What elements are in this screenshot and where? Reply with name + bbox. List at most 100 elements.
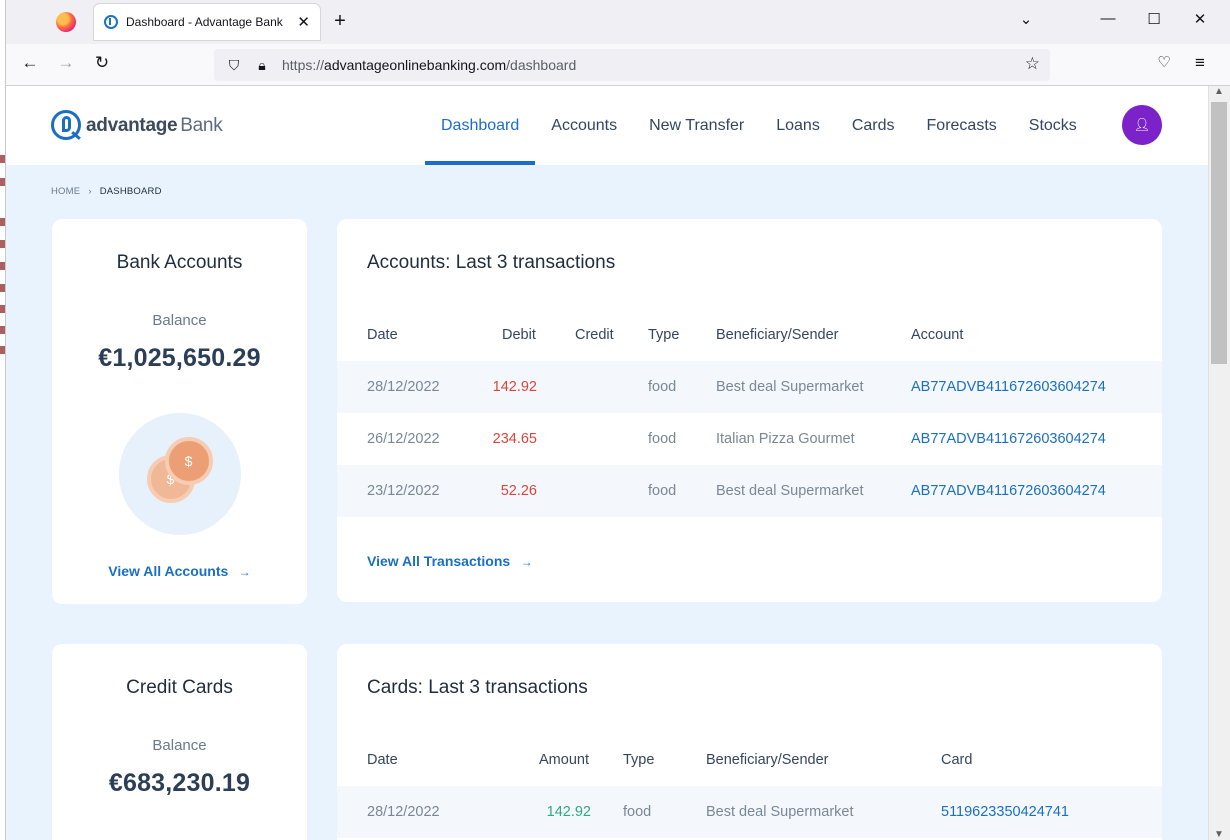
breadcrumb-chevron-icon: › <box>88 186 92 197</box>
tx-type: food <box>648 483 677 499</box>
scroll-up-arrow-icon[interactable]: ▲ <box>1209 86 1229 97</box>
table-header-row: Date Debit Credit Type Beneficiary/Sende… <box>337 309 1162 361</box>
firefox-icon[interactable] <box>56 12 76 32</box>
col-date-header[interactable]: Date <box>367 327 398 343</box>
new-tab-button[interactable]: + <box>328 10 352 33</box>
cards-transactions-title: Cards: Last 3 transactions <box>367 677 588 698</box>
page-viewport: advantage Bank Dashboard Accounts New Tra… <box>6 86 1208 840</box>
col-type-header[interactable]: Type <box>623 752 654 768</box>
reload-icon[interactable]: ↻ <box>90 53 114 73</box>
view-all-accounts-link[interactable]: View All Accounts → <box>52 563 307 581</box>
tx-account-link[interactable]: AB77ADVB411672603604274 <box>911 379 1106 395</box>
site-favicon-icon <box>104 15 118 29</box>
breadcrumb-current: DASHBOARD <box>99 186 162 197</box>
back-arrow-icon[interactable]: ← <box>18 53 42 73</box>
col-account-header[interactable]: Account <box>911 327 963 343</box>
url-path: /dashboard <box>506 57 577 73</box>
credit-cards-balance: €683,230.19 <box>108 769 251 797</box>
scrollbar-thumb[interactable] <box>1211 102 1227 364</box>
tx-date: 28/12/2022 <box>367 804 440 820</box>
nav-dashboard[interactable]: Dashboard <box>425 86 536 165</box>
table-header-row: Date Amount Type Beneficiary/Sender Card <box>337 734 1162 786</box>
accounts-transactions-card: Accounts: Last 3 transactions Date Debit… <box>337 219 1162 602</box>
tx-debit: 142.92 <box>492 379 537 395</box>
credit-cards-title: Credit Cards <box>126 677 233 698</box>
tx-date: 28/12/2022 <box>367 379 440 395</box>
tx-type: food <box>623 804 652 820</box>
tab-close-icon[interactable]: ✕ <box>297 13 310 31</box>
advantage-bank-logo[interactable]: advantage Bank <box>51 110 223 142</box>
tx-type: food <box>648 379 677 395</box>
credit-cards-balance-label: Balance <box>152 737 207 754</box>
credit-cards-card: Credit Cards Balance €683,230.19 <box>52 644 307 840</box>
scroll-down-arrow-icon[interactable]: ▼ <box>1209 829 1229 840</box>
tx-type: food <box>648 431 677 447</box>
tx-beneficiary: Best deal Supermarket <box>716 379 864 395</box>
col-type-header[interactable]: Type <box>648 327 679 343</box>
accounts-transactions-table: Date Debit Credit Type Beneficiary/Sende… <box>337 309 1162 517</box>
tx-beneficiary: Best deal Supermarket <box>706 804 854 820</box>
app-menu-hamburger-icon[interactable]: ≡ <box>1188 53 1212 73</box>
cards-transactions-card: Cards: Last 3 transactions Date Amount T… <box>337 644 1162 840</box>
col-date-header[interactable]: Date <box>367 752 398 768</box>
nav-loans[interactable]: Loans <box>760 86 836 165</box>
nav-cards[interactable]: Cards <box>836 86 911 165</box>
browser-tab-bar: Dashboard - Advantage Bank ✕ + ⌄ — ☐ ✕ <box>6 0 1230 44</box>
tx-date: 23/12/2022 <box>367 483 440 499</box>
logo-wordmark: advantage Bank <box>86 115 223 136</box>
pocket-icon[interactable]: ♡ <box>1152 53 1176 71</box>
user-icon: 👤︎ <box>1133 117 1151 132</box>
browser-navigation-bar: ← → ↻ ⛉ 🔒︎ https://advantageonlinebankin… <box>6 44 1230 86</box>
tracking-protection-shield-icon[interactable]: ⛉ <box>226 57 242 74</box>
address-bar[interactable]: ⛉ 🔒︎ https://advantageonlinebanking.com /… <box>214 49 1050 81</box>
col-credit-header[interactable]: Credit <box>575 327 614 343</box>
table-row[interactable]: 26/12/2022 234.65 food Italian Pizza Gou… <box>337 413 1162 465</box>
site-header: advantage Bank Dashboard Accounts New Tra… <box>6 86 1208 165</box>
breadcrumb: HOME › DASHBOARD <box>51 186 162 197</box>
bank-accounts-balance-label: Balance <box>152 312 207 329</box>
bank-accounts-title: Bank Accounts <box>116 252 243 273</box>
list-all-tabs-chevron-icon[interactable]: ⌄ <box>1014 10 1038 28</box>
advantage-logo-mark-icon <box>51 110 81 142</box>
url-prefix: https:// <box>282 57 325 73</box>
bookmark-star-icon[interactable]: ☆ <box>1025 54 1040 74</box>
tx-debit: 52.26 <box>500 483 537 499</box>
main-navigation: Dashboard Accounts New Transfer Loans Ca… <box>425 86 1093 165</box>
nav-stocks[interactable]: Stocks <box>1013 86 1093 165</box>
table-row[interactable]: 28/12/2022 142.92 food Best deal Superma… <box>337 786 1162 838</box>
table-row[interactable]: 28/12/2022 142.92 food Best deal Superma… <box>337 361 1162 413</box>
tx-date: 26/12/2022 <box>367 431 440 447</box>
breadcrumb-home-link[interactable]: HOME <box>51 186 80 197</box>
close-window-icon[interactable]: ✕ <box>1188 10 1212 28</box>
tx-account-link[interactable]: AB77ADVB411672603604274 <box>911 483 1106 499</box>
col-beneficiary-header[interactable]: Beneficiary/Sender <box>706 752 829 768</box>
forward-arrow-icon[interactable]: → <box>54 53 78 73</box>
view-all-transactions-label: View All Transactions <box>367 553 511 569</box>
minimize-window-icon[interactable]: — <box>1096 10 1120 27</box>
view-all-accounts-label: View All Accounts <box>108 563 229 579</box>
col-beneficiary-header[interactable]: Beneficiary/Sender <box>716 327 839 343</box>
tx-debit: 234.65 <box>492 431 537 447</box>
user-avatar-button[interactable]: 👤︎ <box>1122 105 1162 145</box>
page-scrollbar[interactable]: ▲ ▼ <box>1208 86 1230 840</box>
col-amount-header[interactable]: Amount <box>539 752 589 768</box>
browser-tab-dashboard[interactable]: Dashboard - Advantage Bank ✕ <box>94 4 320 40</box>
tx-account-link[interactable]: AB77ADVB411672603604274 <box>911 431 1106 447</box>
col-debit-header[interactable]: Debit <box>502 327 536 343</box>
tx-amount: 142.92 <box>546 804 591 820</box>
table-row[interactable]: 23/12/2022 52.26 food Best deal Supermar… <box>337 465 1162 517</box>
view-all-transactions-link[interactable]: View All Transactions → <box>367 553 533 571</box>
coins-icon: $ $ <box>118 413 241 535</box>
cards-transactions-table: Date Amount Type Beneficiary/Sender Card… <box>337 734 1162 838</box>
nav-new-transfer[interactable]: New Transfer <box>633 86 760 165</box>
tx-beneficiary: Best deal Supermarket <box>716 483 864 499</box>
col-card-header[interactable]: Card <box>941 752 972 768</box>
maximize-window-icon[interactable]: ☐ <box>1142 10 1166 28</box>
nav-accounts[interactable]: Accounts <box>535 86 633 165</box>
nav-forecasts[interactable]: Forecasts <box>911 86 1013 165</box>
bank-accounts-balance: €1,025,650.29 <box>98 344 261 372</box>
bank-accounts-card: Bank Accounts Balance €1,025,650.29 $ $ … <box>52 219 307 604</box>
tx-card-link[interactable]: 5119623350424741 <box>941 804 1069 820</box>
padlock-icon[interactable]: 🔒︎ <box>254 57 270 74</box>
tx-beneficiary: Italian Pizza Gourmet <box>716 431 855 447</box>
